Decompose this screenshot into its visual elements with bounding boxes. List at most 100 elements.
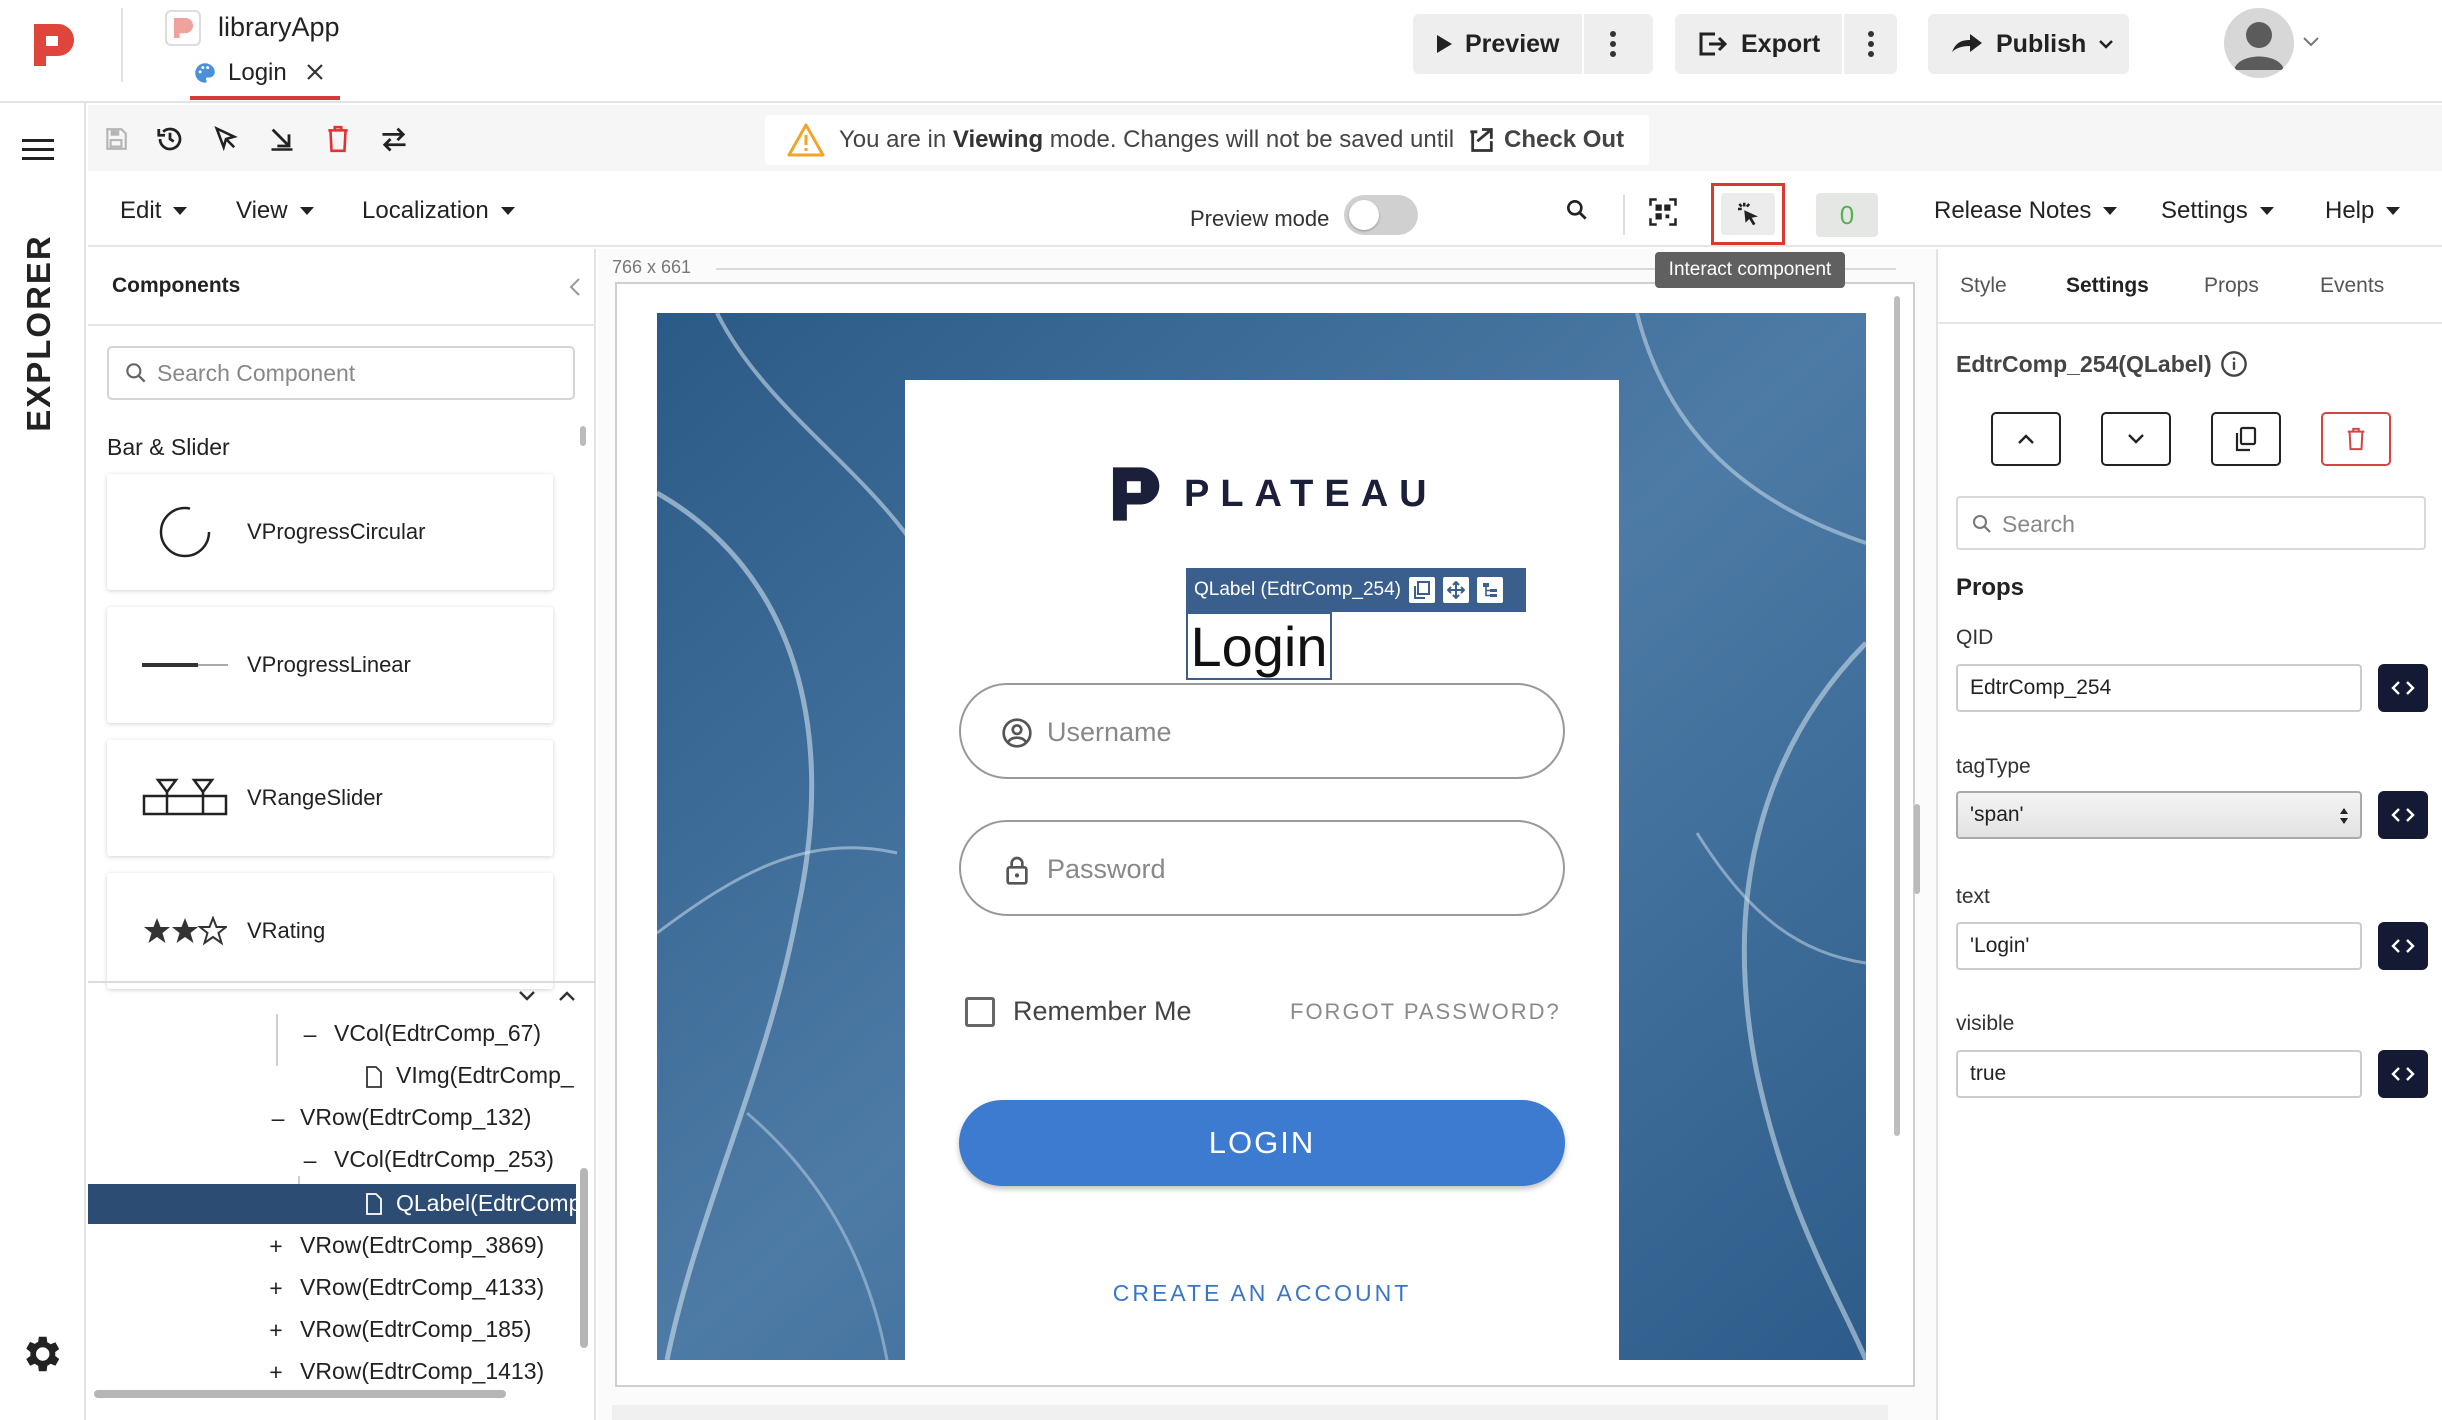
- component-card[interactable]: VRangeSlider: [107, 740, 553, 856]
- forgot-password-link[interactable]: FORGOT PASSWORD?: [1290, 999, 1561, 1025]
- tab-events[interactable]: Events: [2320, 274, 2384, 298]
- tree-node[interactable]: – VRow(EdtrComp_132): [88, 1098, 576, 1138]
- save-icon[interactable]: [98, 121, 134, 157]
- password-input[interactable]: [1047, 846, 1527, 892]
- move-up-button[interactable]: [1991, 412, 2061, 466]
- tab-login[interactable]: Login: [190, 56, 340, 100]
- chevron-left-icon[interactable]: [566, 276, 584, 298]
- username-input[interactable]: [1047, 709, 1527, 755]
- component-card[interactable]: VRating: [107, 873, 553, 989]
- app-icon: [165, 10, 201, 46]
- create-account-link[interactable]: CREATE AN ACCOUNT: [905, 1280, 1619, 1307]
- chevron-down-icon[interactable]: [2302, 36, 2320, 48]
- component-search-input[interactable]: [157, 352, 557, 394]
- export-icon: [1699, 32, 1728, 56]
- tree-node[interactable]: – VCol(EdtrComp_253): [88, 1140, 576, 1180]
- download-arrow-icon[interactable]: [264, 121, 300, 157]
- copy-icon[interactable]: [1409, 577, 1435, 603]
- export-button[interactable]: Export: [1675, 14, 1842, 74]
- explorer-label[interactable]: EXPLORER: [19, 198, 59, 468]
- move-down-button[interactable]: [2101, 412, 2171, 466]
- qid-input[interactable]: EdtrComp_254: [1956, 664, 2362, 712]
- login-title[interactable]: Login: [1186, 612, 1332, 680]
- search-icon[interactable]: [1564, 197, 1590, 223]
- tree-nav: [516, 988, 578, 1004]
- menu-release-notes[interactable]: Release Notes: [1934, 197, 2118, 225]
- components-title: Components: [112, 274, 241, 297]
- menu-settings[interactable]: Settings: [2161, 197, 2274, 225]
- selection-tag-label: QLabel (EdtrComp_254): [1194, 579, 1401, 600]
- menu-edit[interactable]: Edit: [120, 197, 188, 225]
- tree-node[interactable]: – VCol(EdtrComp_67): [88, 1014, 576, 1054]
- select-cursor-icon[interactable]: [208, 121, 244, 157]
- notice-text: You are in Viewing mode. Changes will no…: [839, 126, 1455, 153]
- tree-node[interactable]: + VRow(EdtrComp_185): [88, 1310, 576, 1350]
- field-label-qid: QID: [1956, 626, 1994, 649]
- username-field: [959, 683, 1565, 779]
- code-binding-button[interactable]: [2378, 1050, 2428, 1098]
- preview-group: Preview: [1413, 14, 1653, 74]
- user-avatar[interactable]: [2224, 8, 2294, 78]
- export-more-icon[interactable]: [1844, 14, 1897, 74]
- login-button[interactable]: LOGIN: [959, 1100, 1565, 1186]
- preview-button[interactable]: Preview: [1413, 14, 1582, 74]
- tree-horizontal-scrollbar[interactable]: [94, 1390, 506, 1398]
- menu-localization[interactable]: Localization: [362, 197, 515, 225]
- check-out-button[interactable]: Check Out: [1468, 126, 1624, 154]
- menu-help[interactable]: Help: [2325, 197, 2401, 225]
- field-label-text: text: [1956, 885, 1990, 908]
- tab-style[interactable]: Style: [1960, 274, 2007, 298]
- close-icon[interactable]: [303, 60, 327, 84]
- swap-arrows-icon[interactable]: [376, 121, 412, 157]
- palette-icon: [192, 60, 218, 86]
- move-icon[interactable]: [1443, 577, 1469, 603]
- duplicate-button[interactable]: [2211, 412, 2281, 466]
- delete-button[interactable]: [2321, 412, 2391, 466]
- canvas-scrollbar[interactable]: [1894, 296, 1900, 1136]
- file-icon: [365, 1193, 383, 1215]
- tree-node-selected[interactable]: QLabel(EdtrComp: [88, 1184, 576, 1224]
- tagtype-select[interactable]: 'span': [1956, 791, 2362, 839]
- text-input[interactable]: 'Login': [1956, 922, 2362, 970]
- tree-node[interactable]: + VRow(EdtrComp_3869): [88, 1226, 576, 1266]
- chevron-up-icon[interactable]: [556, 988, 578, 1004]
- qr-code-icon[interactable]: [1648, 197, 1678, 227]
- hamburger-menu-icon[interactable]: [22, 137, 54, 163]
- component-card[interactable]: VProgressLinear: [107, 607, 553, 723]
- history-icon[interactable]: [152, 121, 188, 157]
- publish-button[interactable]: Publish: [1928, 14, 2129, 74]
- code-binding-button[interactable]: [2378, 664, 2428, 712]
- chevron-down-icon: [2128, 434, 2144, 444]
- tree-node[interactable]: + VRow(EdtrComp_1413): [88, 1352, 576, 1392]
- user-icon: [2234, 22, 2284, 70]
- menu-view[interactable]: View: [236, 197, 314, 225]
- preview-mode-toggle[interactable]: [1344, 195, 1418, 235]
- export-label: Export: [1741, 29, 1821, 58]
- tree-node[interactable]: VImg(EdtrComp_: [88, 1056, 576, 1096]
- code-binding-button[interactable]: [2378, 922, 2428, 970]
- plateau-logo-icon[interactable]: [30, 22, 76, 68]
- category-title: Bar & Slider: [107, 434, 230, 460]
- copy-icon: [2235, 426, 2257, 452]
- gear-icon[interactable]: [18, 1331, 64, 1377]
- visible-input[interactable]: true: [1956, 1050, 2362, 1098]
- props-heading: Props: [1956, 574, 2025, 601]
- component-list-scrollbar[interactable]: [580, 426, 586, 446]
- info-icon[interactable]: [2220, 350, 2248, 378]
- tree-node[interactable]: + VRow(EdtrComp_4133): [88, 1268, 576, 1308]
- code-binding-button[interactable]: [2378, 791, 2428, 839]
- chevron-down-icon[interactable]: [516, 988, 538, 1004]
- tab-props[interactable]: Props: [2204, 274, 2259, 298]
- tab-settings[interactable]: Settings: [2066, 274, 2149, 298]
- plateau-logo-icon: [1112, 467, 1160, 521]
- frame-resize-handle[interactable]: [1914, 804, 1920, 894]
- component-card[interactable]: VProgressCircular: [107, 474, 553, 590]
- property-search-input[interactable]: [2002, 504, 2412, 544]
- tree-structure-icon[interactable]: [1477, 577, 1503, 603]
- remember-me-checkbox[interactable]: [965, 997, 995, 1027]
- interact-component-button[interactable]: [1711, 183, 1785, 245]
- trash-icon[interactable]: [320, 121, 356, 157]
- preview-more-icon[interactable]: [1584, 14, 1642, 74]
- tree-scrollbar[interactable]: [580, 1168, 588, 1348]
- field-label-visible: visible: [1956, 1012, 2015, 1035]
